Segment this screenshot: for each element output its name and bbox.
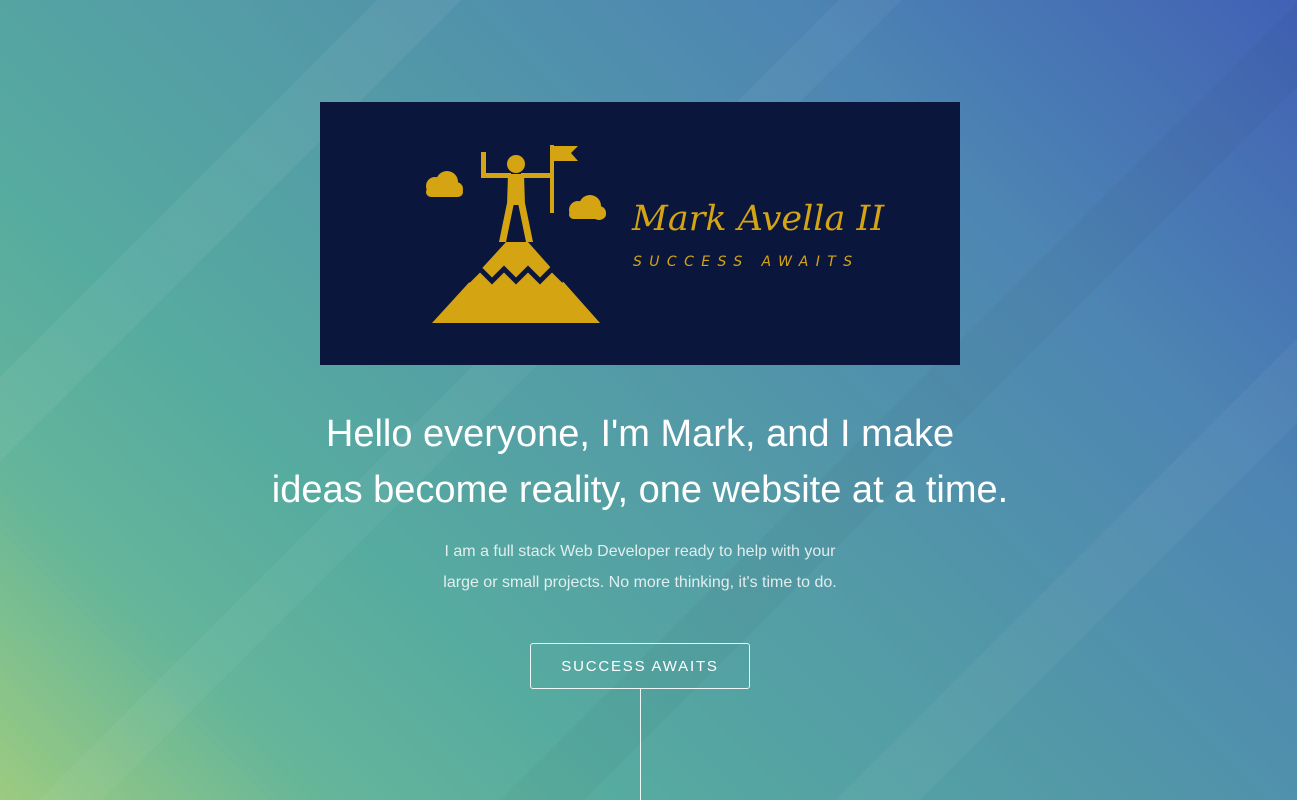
logo-tagline: SUCCESS AWAITS [633, 254, 860, 270]
cloud-right-icon [569, 195, 606, 220]
success-awaits-button[interactable]: SUCCESS AWAITS [530, 643, 750, 689]
subtext-line1: I am a full stack Web Developer ready to… [444, 543, 836, 560]
headline-line1-end: , and I make [744, 413, 955, 455]
headline-name: Mark [660, 413, 745, 455]
headline-line2: ideas become reality, one website at a t… [271, 469, 1009, 511]
hero-headline: Hello everyone, I'm Mark, and I make ide… [140, 406, 1140, 518]
subtext-line2: large or small projects. No more thinkin… [443, 574, 837, 591]
cloud-left-icon [426, 171, 463, 197]
hero-subtext: I am a full stack Web Developer ready to… [340, 536, 940, 598]
mountain-icon [432, 242, 600, 323]
logo-banner: Mark Avella II SUCCESS AWAITS [320, 102, 960, 365]
scroll-connector-line [640, 689, 641, 800]
logo-title: Mark Avella II [632, 199, 885, 239]
headline-intro: Hello everyone, I'm [325, 413, 661, 455]
person-icon [481, 152, 550, 242]
